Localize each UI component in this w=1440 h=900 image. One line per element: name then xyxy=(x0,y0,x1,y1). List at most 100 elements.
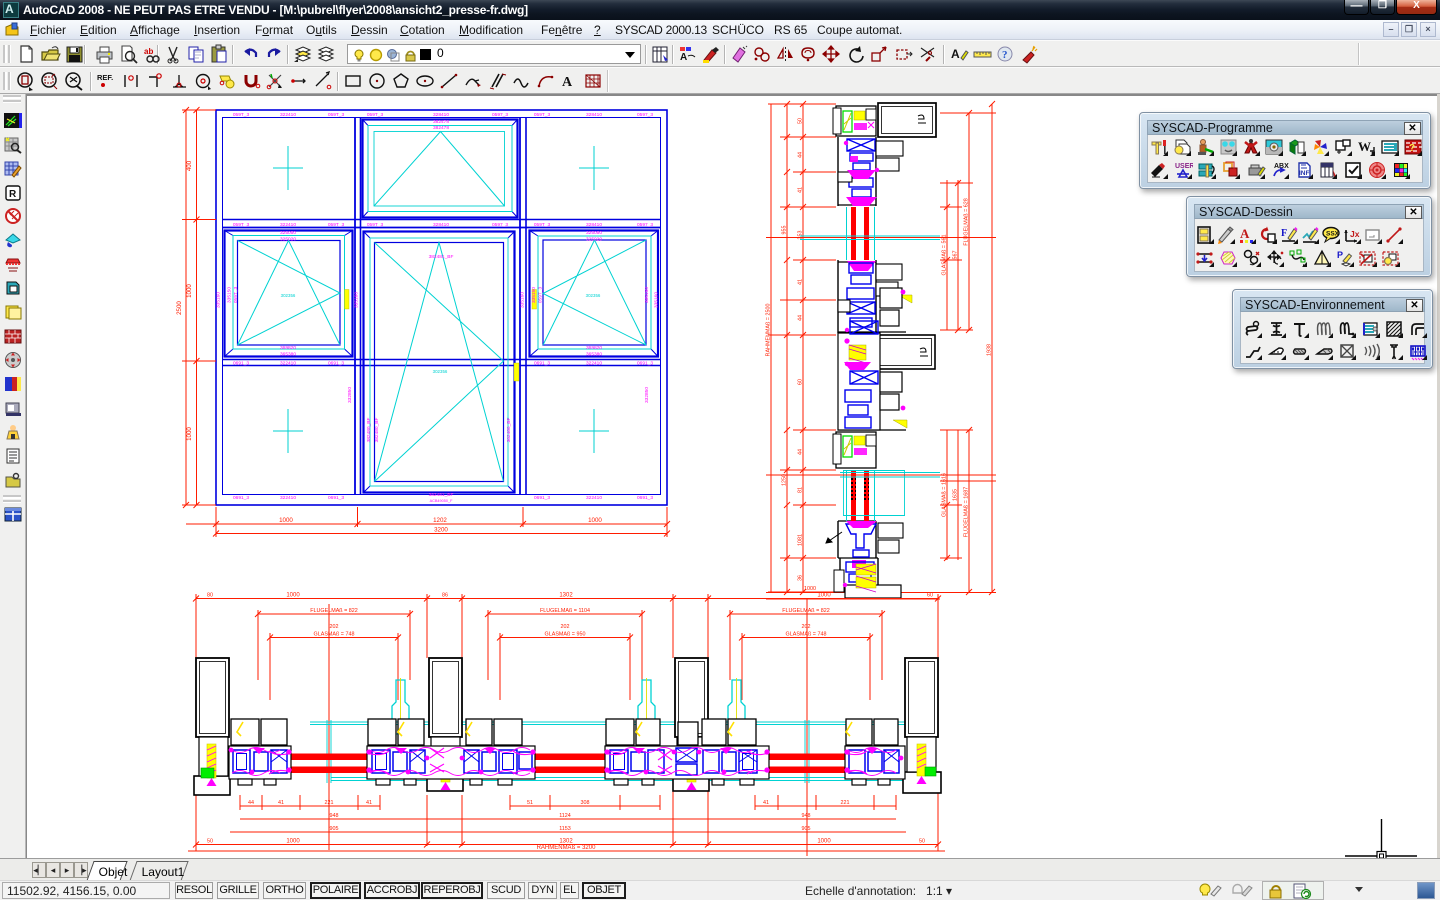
svg-text:44: 44 xyxy=(248,800,254,806)
svg-text:1202: 1202 xyxy=(433,517,447,524)
svg-text:1000: 1000 xyxy=(286,839,300,845)
svg-text:41: 41 xyxy=(798,187,804,193)
svg-text:SSX: SSX xyxy=(1326,231,1340,238)
svg-text:44: 44 xyxy=(798,152,804,158)
svg-text:221: 221 xyxy=(325,800,334,806)
svg-text:A: A xyxy=(1240,226,1250,241)
svg-text:382480_BF: 382480_BF xyxy=(506,418,512,443)
svg-text:335150: 335150 xyxy=(644,287,650,303)
svg-text:0691_3: 0691_3 xyxy=(328,495,344,501)
svg-text:059T_3: 059T_3 xyxy=(233,287,239,304)
svg-text:335150: 335150 xyxy=(227,287,233,303)
svg-text:325020: 325020 xyxy=(586,237,602,243)
svg-text:369820: 369820 xyxy=(586,345,602,351)
svg-text:36: 36 xyxy=(798,575,804,581)
svg-text:INF: INF xyxy=(1299,170,1310,177)
svg-text:382478: 382478 xyxy=(433,125,449,131)
svg-text:1000: 1000 xyxy=(186,284,193,298)
svg-text:FLUGELMAß = 822: FLUGELMAß = 822 xyxy=(782,608,830,614)
svg-text:A: A xyxy=(680,52,687,63)
svg-text:0597_3: 0597_3 xyxy=(637,222,653,228)
svg-text:?: ? xyxy=(1002,49,1008,61)
svg-text:81: 81 xyxy=(798,487,804,493)
svg-text:F: F xyxy=(1281,228,1287,239)
svg-text:1081: 1081 xyxy=(798,534,804,546)
svg-text:50: 50 xyxy=(207,839,213,845)
svg-text:332850: 332850 xyxy=(347,387,353,403)
svg-text:322410: 322410 xyxy=(280,222,296,228)
svg-text:50: 50 xyxy=(798,118,804,124)
svg-text:059T_3: 059T_3 xyxy=(538,287,544,304)
svg-text:0691_3: 0691_3 xyxy=(534,495,550,501)
svg-text:302356: 302356 xyxy=(586,293,601,298)
svg-text:328410: 328410 xyxy=(586,112,602,118)
svg-text:322410: 322410 xyxy=(280,495,296,501)
svg-text:W: W xyxy=(1358,139,1371,154)
svg-text:0597_3: 0597_3 xyxy=(492,112,508,118)
svg-text:2500: 2500 xyxy=(176,301,183,315)
svg-text:0691_3: 0691_3 xyxy=(233,495,249,501)
svg-text:GLASMAß = 1616: GLASMAß = 1616 xyxy=(942,473,948,517)
svg-text:R: R xyxy=(9,189,17,200)
svg-text:1153: 1153 xyxy=(559,826,571,832)
svg-text:FLÜGELMAß = 628: FLÜGELMAß = 628 xyxy=(963,198,970,246)
svg-text:1302: 1302 xyxy=(559,839,573,845)
svg-text:GLASMAß = 748: GLASMAß = 748 xyxy=(314,632,355,638)
svg-text:3200: 3200 xyxy=(434,527,448,534)
svg-text:335160: 335160 xyxy=(520,292,526,308)
svg-text:059T_3: 059T_3 xyxy=(233,222,250,228)
svg-text:335160: 335160 xyxy=(216,292,222,308)
svg-text:905: 905 xyxy=(802,826,811,832)
svg-text:?: ? xyxy=(1409,143,1415,154)
svg-text:202: 202 xyxy=(561,624,570,630)
svg-text:059T_3: 059T_3 xyxy=(534,112,551,118)
svg-text:322410: 322410 xyxy=(586,361,602,367)
svg-text:948: 948 xyxy=(802,813,811,819)
svg-text:335150: 335150 xyxy=(531,287,537,303)
svg-text:308: 308 xyxy=(581,800,590,806)
svg-text:FLUGELMAß = 822: FLUGELMAß = 822 xyxy=(310,608,358,614)
svg-text:41: 41 xyxy=(763,800,769,806)
svg-text:60: 60 xyxy=(927,593,933,599)
svg-text:41: 41 xyxy=(798,279,804,285)
svg-text:382481_BF: 382481_BF xyxy=(429,254,454,260)
svg-text:FLUGELMAß = 1104: FLUGELMAß = 1104 xyxy=(540,608,590,614)
svg-text:50: 50 xyxy=(919,839,925,845)
svg-text:1250: 1250 xyxy=(782,474,788,486)
svg-text:328410: 328410 xyxy=(433,112,449,118)
svg-text:322410: 322410 xyxy=(280,112,296,118)
svg-text:REF.: REF. xyxy=(97,73,113,82)
svg-text:0691_3: 0691_3 xyxy=(637,495,653,501)
svg-text:GLASMAß = 561: GLASMAß = 561 xyxy=(942,235,948,276)
svg-text:328410: 328410 xyxy=(433,222,449,228)
svg-text:369820: 369820 xyxy=(280,345,296,351)
svg-text:322410: 322410 xyxy=(280,361,296,367)
svg-text:1000: 1000 xyxy=(186,427,193,441)
svg-text:253: 253 xyxy=(798,231,804,240)
svg-text:0597_3: 0597_3 xyxy=(637,112,653,118)
svg-text:221: 221 xyxy=(841,800,850,806)
svg-text:USER: USER xyxy=(1175,163,1193,170)
svg-text:80: 80 xyxy=(207,593,213,599)
svg-text:FLÜGELMAß = 1687: FLÜGELMAß = 1687 xyxy=(963,487,970,538)
svg-text:1000: 1000 xyxy=(588,517,602,524)
svg-text:RAHMENMAß = 2500: RAHMENMAß = 2500 xyxy=(766,304,772,357)
svg-text:A: A xyxy=(951,47,960,61)
svg-text:322410: 322410 xyxy=(586,495,602,501)
svg-text:0597_3: 0597_3 xyxy=(492,222,508,228)
svg-text:ACB49050_F: ACB49050_F xyxy=(430,499,453,503)
svg-text:1938: 1938 xyxy=(987,344,993,356)
svg-text:059T_3: 059T_3 xyxy=(328,112,345,118)
svg-text:86: 86 xyxy=(442,593,448,599)
svg-text:P: P xyxy=(1337,250,1343,260)
svg-text:1000: 1000 xyxy=(817,593,831,599)
svg-text:059T_3: 059T_3 xyxy=(328,222,345,228)
svg-text:44: 44 xyxy=(798,449,804,455)
svg-text:1302: 1302 xyxy=(559,593,573,599)
svg-text:955: 955 xyxy=(782,226,788,235)
svg-text:325050: 325050 xyxy=(280,230,296,236)
svg-text:567: 567 xyxy=(953,251,959,260)
svg-text:202: 202 xyxy=(330,624,339,630)
svg-text:1000: 1000 xyxy=(286,593,300,599)
svg-text:059T_3: 059T_3 xyxy=(367,112,384,118)
